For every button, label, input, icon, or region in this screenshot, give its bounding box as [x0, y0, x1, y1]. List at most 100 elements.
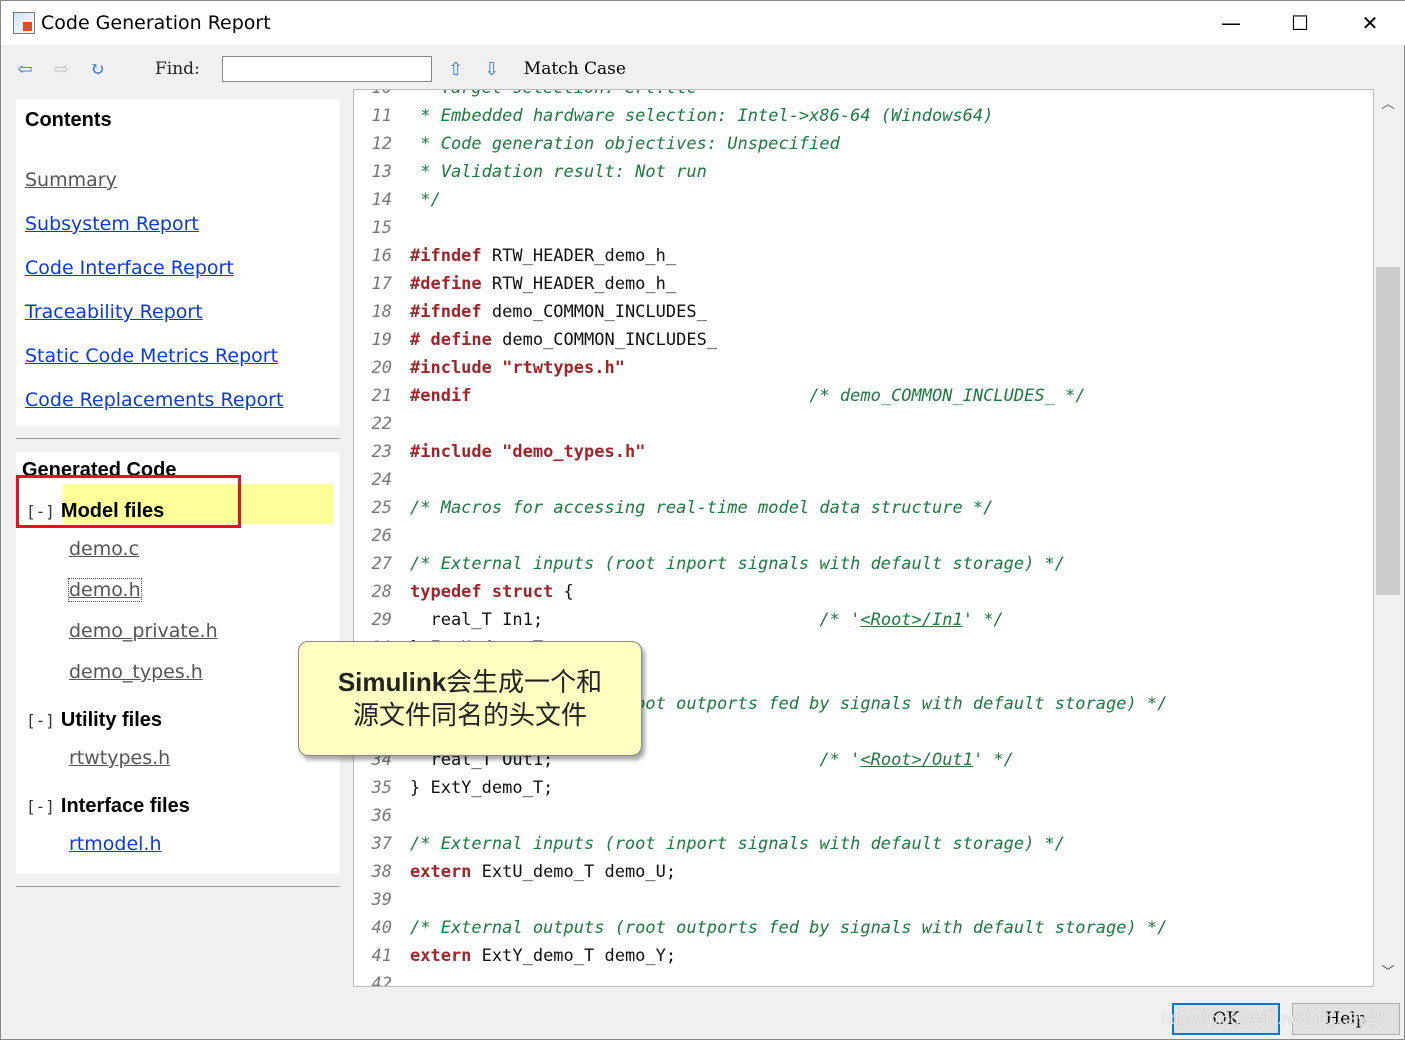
- code-text: * Code generation objectives: Unspecifie…: [410, 134, 840, 154]
- file-demo-private-h[interactable]: demo_private.h: [69, 620, 218, 642]
- contents-box: Contents Summary Subsystem Report Code I…: [16, 99, 340, 427]
- code-line: 14 */: [354, 186, 441, 214]
- refresh-icon[interactable]: ↻: [85, 59, 109, 80]
- forward-arrow-icon[interactable]: ⇨: [49, 59, 73, 80]
- code-line: 19 # define demo_COMMON_INCLUDES_: [354, 326, 718, 354]
- line-number: 26: [371, 526, 392, 546]
- code-line: 40 /* External outputs (root outports fed…: [354, 914, 1168, 942]
- maximize-button[interactable]: ☐: [1265, 1, 1335, 45]
- file-demo-c[interactable]: demo.c: [69, 538, 139, 560]
- group-utility-files[interactable]: [-] Utility files: [26, 709, 162, 732]
- line-number: 38: [371, 862, 392, 882]
- divider: [16, 886, 340, 887]
- code-text: extern ExtU_demo_T demo_U;: [410, 862, 677, 882]
- collapse-toggle[interactable]: [-]: [26, 711, 55, 730]
- watermark: https://blog.csdn.net/u01...3925: [1161, 1011, 1385, 1028]
- link-code-replacements-report[interactable]: Code Replacements Report: [25, 389, 283, 411]
- code-line: 39: [354, 886, 410, 914]
- code-text: * Target selection: ert.tlc: [410, 90, 696, 98]
- file-demo-types-h[interactable]: demo_types.h: [69, 661, 203, 683]
- line-number: 17: [371, 274, 392, 294]
- close-button[interactable]: ✕: [1335, 1, 1405, 45]
- line-number: 20: [371, 358, 392, 378]
- link-code-interface-report[interactable]: Code Interface Report: [25, 257, 234, 279]
- line-number: 18: [371, 302, 392, 322]
- code-line: 22: [354, 410, 410, 438]
- line-number: 39: [371, 890, 392, 910]
- app-icon: [13, 12, 35, 34]
- code-line: 37 /* External inputs (root inport signal…: [354, 830, 1066, 858]
- annotation-callout: Simulink会生成一个和 源文件同名的头文件: [298, 641, 642, 756]
- link-static-code-metrics-report[interactable]: Static Code Metrics Report: [25, 345, 278, 367]
- link-subsystem-report[interactable]: Subsystem Report: [25, 213, 199, 235]
- match-case-toggle[interactable]: Match Case: [524, 59, 626, 79]
- code-line: 23 #include "demo_types.h": [354, 438, 646, 466]
- collapse-toggle[interactable]: [-]: [26, 797, 55, 816]
- find-next-icon[interactable]: ⇩: [480, 59, 504, 80]
- find-input[interactable]: [221, 56, 432, 82]
- group-interface-files[interactable]: [-] Interface files: [26, 795, 190, 818]
- title-bar: Code Generation Report — ☐ ✕: [1, 1, 1405, 45]
- minimize-button[interactable]: —: [1196, 1, 1266, 45]
- code-line: 27 /* External inputs (root inport signal…: [354, 550, 1066, 578]
- vertical-scrollbar[interactable]: ︿ ﹀: [1374, 89, 1402, 987]
- line-number: 25: [371, 498, 392, 518]
- code-text: typedef struct {: [410, 582, 574, 602]
- line-number: 36: [371, 806, 392, 826]
- code-text: #include "demo_types.h": [410, 442, 646, 462]
- code-line: 16 #ifndef RTW_HEADER_demo_h_: [354, 242, 677, 270]
- line-number: 22: [371, 414, 392, 434]
- code-text: #define RTW_HEADER_demo_h_: [410, 274, 677, 294]
- link-traceability-report[interactable]: Traceability Report: [25, 301, 203, 323]
- code-line: 11 * Embedded hardware selection: Intel-…: [354, 102, 994, 130]
- callout-line-1: 会生成一个和: [446, 668, 603, 698]
- line-number: 27: [371, 554, 392, 574]
- find-label: Find:: [155, 59, 200, 79]
- scrollbar-thumb[interactable]: [1376, 267, 1400, 595]
- back-arrow-icon[interactable]: ⇦: [13, 59, 37, 80]
- code-text: # define demo_COMMON_INCLUDES_: [410, 330, 718, 350]
- scroll-down-icon[interactable]: ﹀: [1374, 961, 1402, 980]
- code-text: } ExtY_demo_T;: [410, 778, 554, 798]
- line-number: 10: [354, 90, 410, 102]
- code-line: 25 /* Macros for accessing real-time mode…: [354, 494, 994, 522]
- code-line: 18 #ifndef demo_COMMON_INCLUDES_: [354, 298, 707, 326]
- code-text: */: [410, 190, 441, 210]
- code-text: #ifndef RTW_HEADER_demo_h_: [410, 246, 677, 266]
- code-line: 13 * Validation result: Not run: [354, 158, 707, 186]
- line-number: 40: [371, 918, 392, 938]
- callout-line-2: 源文件同名的头文件: [352, 701, 587, 731]
- line-number: 23: [371, 442, 392, 462]
- code-text: extern ExtY_demo_T demo_Y;: [410, 946, 677, 966]
- file-rtmodel-h[interactable]: rtmodel.h: [69, 833, 162, 855]
- line-number: 19: [371, 330, 392, 350]
- link-summary[interactable]: Summary: [25, 169, 117, 191]
- toolbar: ⇦ ⇨ ↻ Find: ⇧ ⇩ Match Case: [1, 49, 1405, 89]
- file-demo-h[interactable]: demo.h: [68, 578, 142, 602]
- code-view: 10 * Target selection: ert.tlc11 * Embed…: [353, 89, 1374, 987]
- code-text: /* External outputs (root outports fed b…: [410, 918, 1168, 938]
- line-number: 41: [371, 946, 392, 966]
- divider: [16, 438, 340, 439]
- code-line: 20 #include "rtwtypes.h": [354, 354, 625, 382]
- code-text: /* Macros for accessing real-time model …: [410, 498, 994, 518]
- group-label: Interface files: [60, 795, 190, 817]
- code-text: /* External inputs (root inport signals …: [410, 554, 1066, 574]
- code-line: 28 typedef struct {: [354, 578, 574, 606]
- find-previous-icon[interactable]: ⇧: [444, 59, 468, 80]
- line-number: 15: [371, 218, 392, 238]
- code-line: 17 #define RTW_HEADER_demo_h_: [354, 270, 677, 298]
- line-number: 42: [371, 974, 392, 987]
- code-line: 12 * Code generation objectives: Unspeci…: [354, 130, 840, 158]
- scroll-up-icon[interactable]: ︿: [1374, 93, 1402, 112]
- line-number: 14: [371, 190, 392, 210]
- annotation-red-box: [16, 475, 241, 528]
- line-number: 35: [371, 778, 392, 798]
- file-rtwtypes-h[interactable]: rtwtypes.h: [69, 747, 170, 769]
- line-number: 28: [371, 582, 392, 602]
- line-number: 24: [371, 470, 392, 490]
- group-label: Utility files: [60, 709, 163, 731]
- code-line: 29 real_T In1; /* '<Root>/In1' */: [354, 606, 1004, 634]
- code-line: 10 * Target selection: ert.tlc: [354, 90, 697, 102]
- contents-heading: Contents: [25, 109, 112, 131]
